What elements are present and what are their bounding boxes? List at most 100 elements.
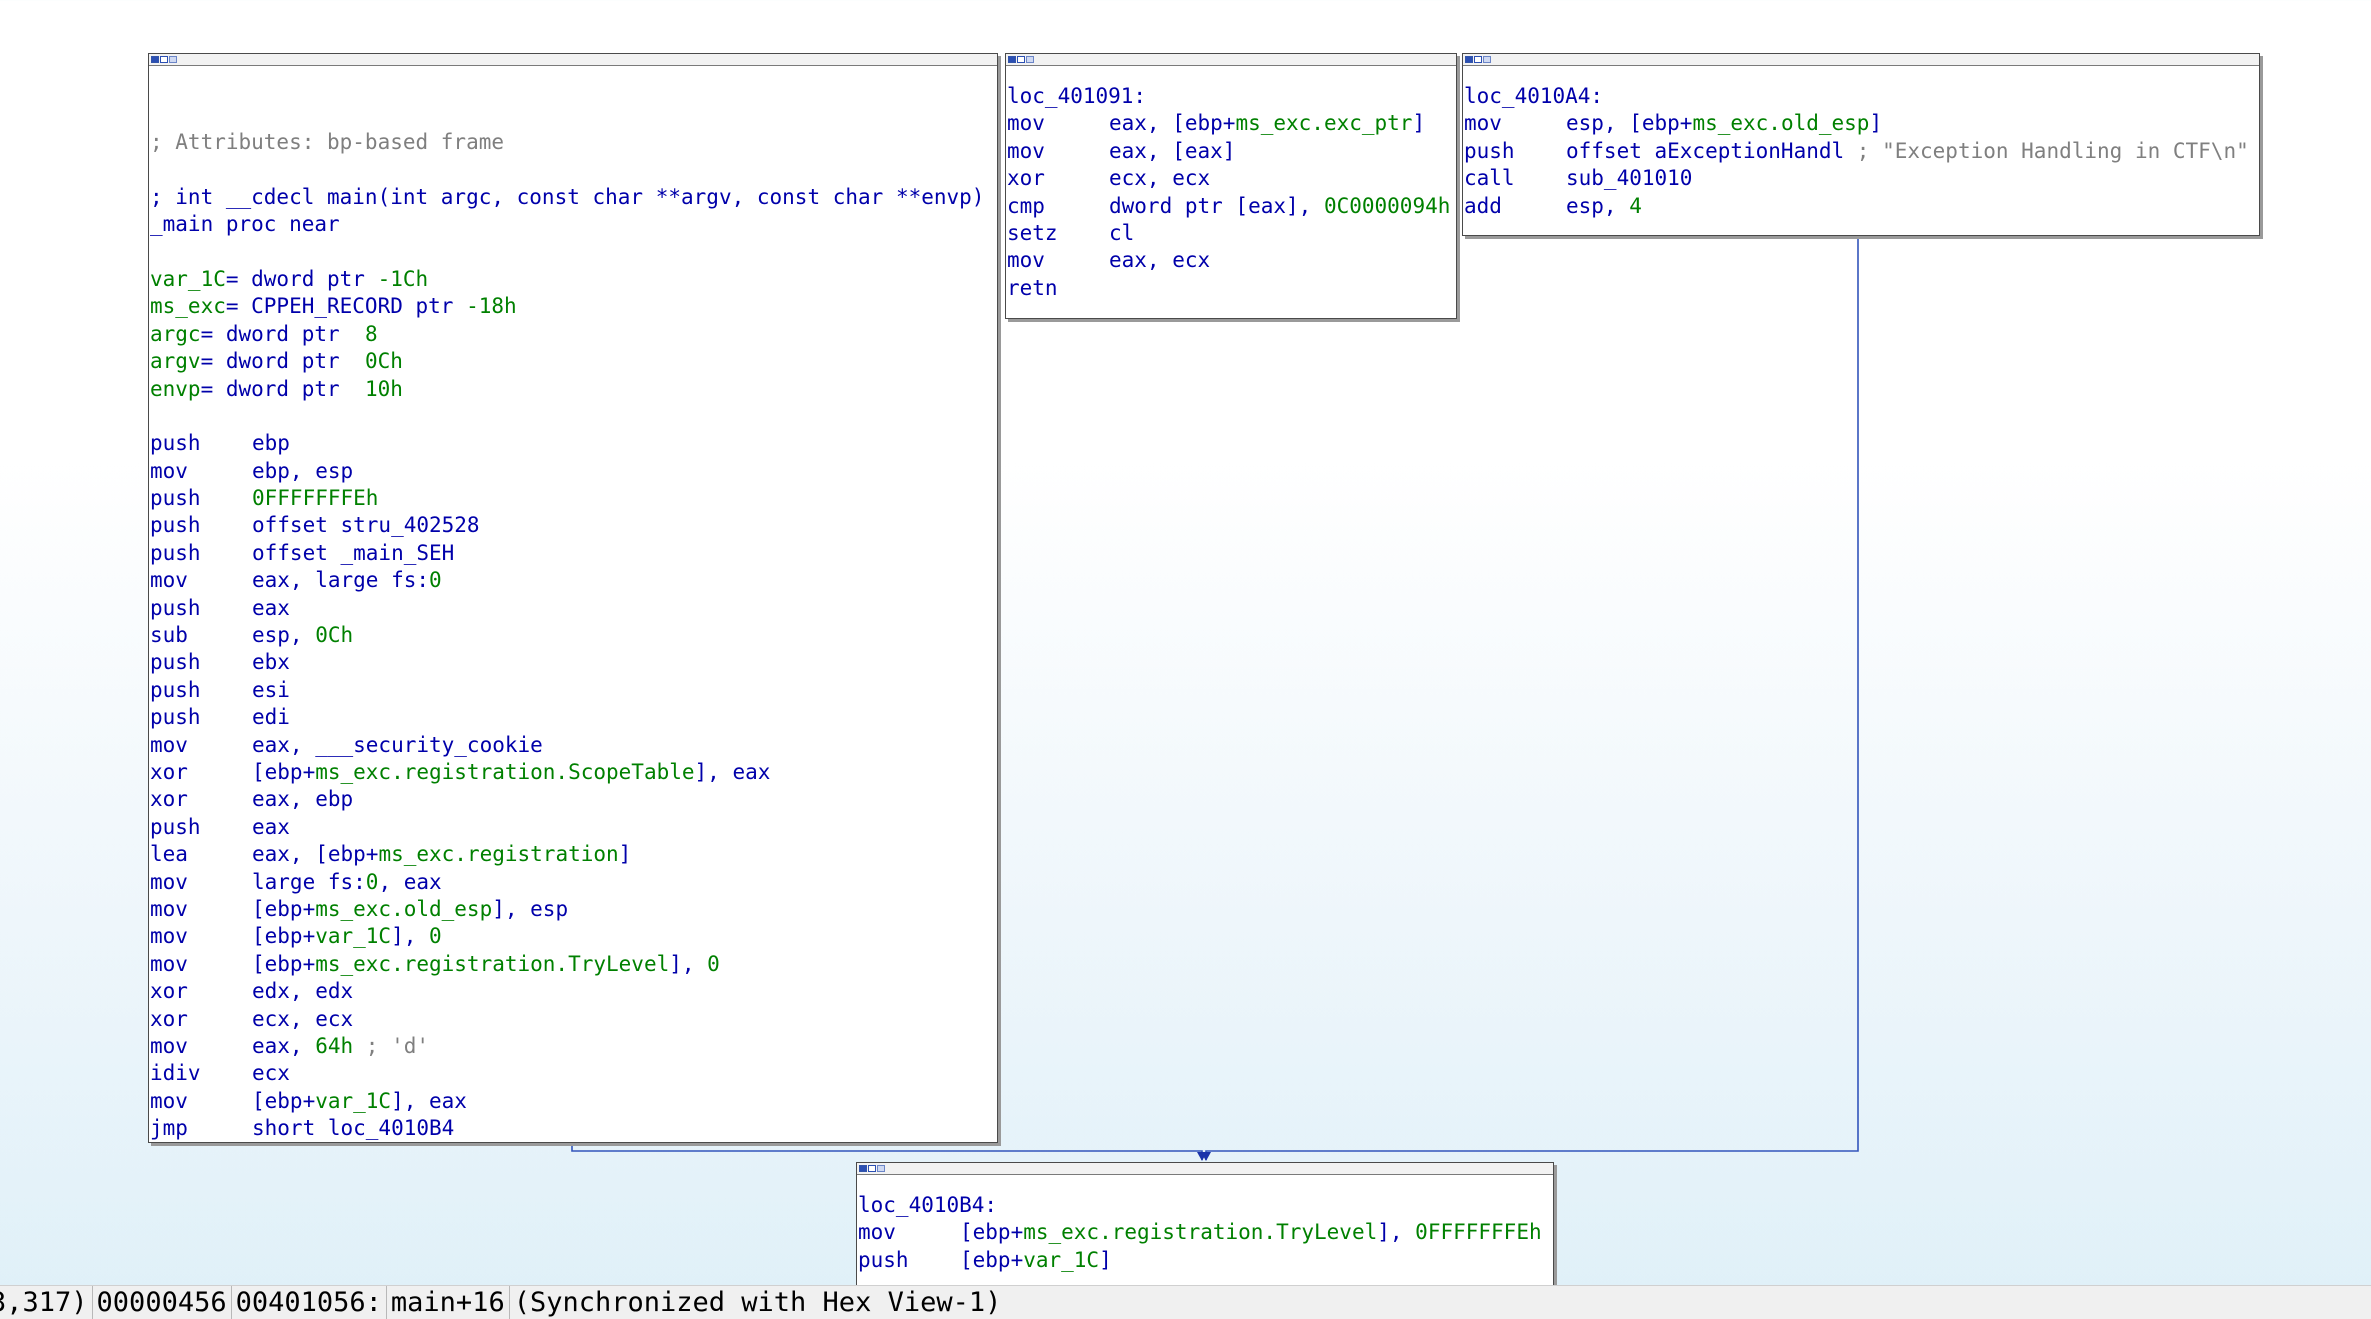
operand-number: 0Ch (315, 623, 354, 648)
operand: eax (252, 814, 290, 839)
graph-node-main[interactable]: ; Attributes: bp-based frame ; int __cdec… (148, 53, 998, 1143)
code-line[interactable]: loc_4010B4: (858, 1192, 1553, 1219)
code-line[interactable]: mov eax, ecx (1007, 247, 1456, 274)
operand: [ebp+ (252, 924, 316, 949)
code-line[interactable]: xor ecx, ecx (150, 1006, 997, 1033)
code-line[interactable]: mov esp, [ebp+ms_exc.old_esp] (1464, 110, 2259, 137)
graph-view-canvas[interactable]: ; Attributes: bp-based frame ; int __cdec… (0, 0, 2371, 1285)
stack-var-type: = CPPEH_RECORD ptr (225, 294, 467, 319)
code-line[interactable]: mov [ebp+ms_exc.old_esp], esp (150, 896, 997, 923)
node-color-icon[interactable] (1465, 56, 1473, 63)
operand: ], (669, 951, 708, 976)
status-bar: 3,317) 00000456 00401056: main+16 (Synch… (0, 1285, 2371, 1319)
code-listing: loc_4010A4: mov esp, [ebp+ms_exc.old_esp] p… (1463, 66, 2259, 220)
operand-number: 0 (707, 951, 720, 976)
code-line[interactable]: cmp dword ptr [eax], 0C0000094h (1007, 193, 1456, 220)
node-group-icon[interactable] (877, 1165, 885, 1172)
code-line[interactable]: sub esp, 0Ch (150, 622, 997, 649)
operand: short loc_4010B4 (252, 1116, 455, 1141)
blank-line[interactable] (150, 403, 997, 430)
code-line[interactable]: argv= dword ptr 0Ch (150, 348, 997, 375)
operand: ], eax (391, 1088, 467, 1113)
graph-node-loc-401091[interactable]: loc_401091: mov eax, [ebp+ms_exc.exc_ptr] m… (1005, 53, 1457, 319)
mnemonic: jmp (150, 1116, 188, 1141)
code-line[interactable]: call sub_401010 (1464, 165, 2259, 192)
code-line[interactable]: add esp, 4 (1464, 193, 2259, 220)
node-color-icon[interactable] (859, 1165, 867, 1172)
code-line[interactable]: xor ecx, ecx (1007, 165, 1456, 192)
code-text: _main proc near (150, 212, 340, 237)
node-graph-icon[interactable] (1474, 56, 1482, 63)
graph-node-loc-4010b4[interactable]: loc_4010B4: mov [ebp+ms_exc.registration.T… (856, 1162, 1554, 1285)
code-line[interactable]: mov [ebp+ms_exc.registration.TryLevel], 0 (150, 951, 997, 978)
edge-handler-to-end (1205, 235, 1859, 1160)
node-titlebar[interactable] (149, 54, 997, 66)
code-line[interactable]: push 0FFFFFFFEh (150, 485, 997, 512)
node-graph-icon[interactable] (1017, 56, 1025, 63)
mnemonic: mov (858, 1220, 896, 1245)
status-file-offset: 00000456 (93, 1286, 232, 1319)
operand: ebp (252, 431, 290, 456)
code-line[interactable]: lea eax, [ebp+ms_exc.registration] (150, 841, 997, 868)
operand-number: 64h (315, 1033, 354, 1058)
code-line[interactable]: push ebp (150, 430, 997, 457)
code-line[interactable]: loc_401091: (1007, 83, 1456, 110)
code-line[interactable]: push eax (150, 595, 997, 622)
code-line[interactable]: mov eax, 64h ; 'd' (150, 1033, 997, 1060)
code-line[interactable]: mov ebp, esp (150, 458, 997, 485)
code-line[interactable]: push offset aExceptionHandl ; "Exception … (1464, 138, 2259, 165)
code-line[interactable]: xor edx, edx (150, 978, 997, 1005)
code-comment: ; 'd' (353, 1033, 430, 1058)
code-line[interactable]: mov large fs:0, eax (150, 869, 997, 896)
stack-var-name: envp (150, 376, 201, 401)
blank-line[interactable] (150, 239, 997, 266)
status-address: 00401056: (232, 1286, 387, 1319)
node-group-icon[interactable] (169, 56, 177, 63)
stack-var-name: var_1C (150, 266, 226, 291)
code-line[interactable]: envp= dword ptr 10h (150, 376, 997, 403)
node-color-icon[interactable] (1008, 56, 1016, 63)
code-line[interactable]: mov eax, [eax] (1007, 138, 1456, 165)
code-line[interactable]: push eax (150, 814, 997, 841)
code-line[interactable]: mov [ebp+ms_exc.registration.TryLevel], 0… (858, 1219, 1553, 1246)
code-line[interactable]: argc= dword ptr 8 (150, 321, 997, 348)
code-line[interactable]: retn (1007, 275, 1456, 302)
node-group-icon[interactable] (1026, 56, 1034, 63)
node-color-icon[interactable] (151, 56, 159, 63)
code-line[interactable]: xor [ebp+ms_exc.registration.ScopeTable],… (150, 759, 997, 786)
code-line[interactable]: idiv ecx (150, 1060, 997, 1087)
graph-node-loc-4010a4[interactable]: loc_4010A4: mov esp, [ebp+ms_exc.old_esp] p… (1462, 53, 2260, 236)
code-line[interactable]: mov eax, [ebp+ms_exc.exc_ptr] (1007, 110, 1456, 137)
operand: [ebp+ (252, 1088, 316, 1113)
node-graph-icon[interactable] (160, 56, 168, 63)
stack-var-offset: -18h (466, 294, 517, 319)
node-titlebar[interactable] (1463, 54, 2259, 66)
node-graph-icon[interactable] (868, 1165, 876, 1172)
node-titlebar[interactable] (1006, 54, 1456, 66)
code-line[interactable]: push offset _main_SEH (150, 540, 997, 567)
code-line[interactable]: ms_exc= CPPEH_RECORD ptr -18h (150, 293, 997, 320)
code-line[interactable]: setz cl (1007, 220, 1456, 247)
code-line[interactable]: push offset stru_402528 (150, 512, 997, 539)
code-line[interactable]: loc_4010A4: (1464, 83, 2259, 110)
code-line[interactable]: ; int __cdecl main(int argc, const char … (150, 184, 997, 211)
code-line[interactable]: mov eax, ___security_cookie (150, 732, 997, 759)
code-line[interactable]: mov [ebp+var_1C], eax (150, 1088, 997, 1115)
code-line[interactable]: var_1C= dword ptr -1Ch (150, 266, 997, 293)
code-line[interactable]: mov [ebp+var_1C], 0 (150, 923, 997, 950)
code-line[interactable]: _main proc near (150, 211, 997, 238)
operand: ecx, ecx (1109, 166, 1211, 191)
code-line[interactable]: ; Attributes: bp-based frame (150, 129, 997, 156)
code-line[interactable]: push ebx (150, 649, 997, 676)
code-line[interactable]: mov eax, large fs:0 (150, 567, 997, 594)
code-line[interactable]: push [ebp+var_1C] (858, 1247, 1553, 1274)
code-line[interactable]: push edi (150, 704, 997, 731)
blank-line[interactable] (150, 156, 997, 183)
code-line[interactable]: jmp short loc_4010B4 (150, 1115, 997, 1142)
node-group-icon[interactable] (1483, 56, 1491, 63)
node-titlebar[interactable] (857, 1163, 1553, 1175)
operand-number: 4 (1629, 193, 1642, 218)
code-line[interactable]: push esi (150, 677, 997, 704)
code-line[interactable]: xor eax, ebp (150, 786, 997, 813)
mnemonic: push (1464, 138, 1515, 163)
